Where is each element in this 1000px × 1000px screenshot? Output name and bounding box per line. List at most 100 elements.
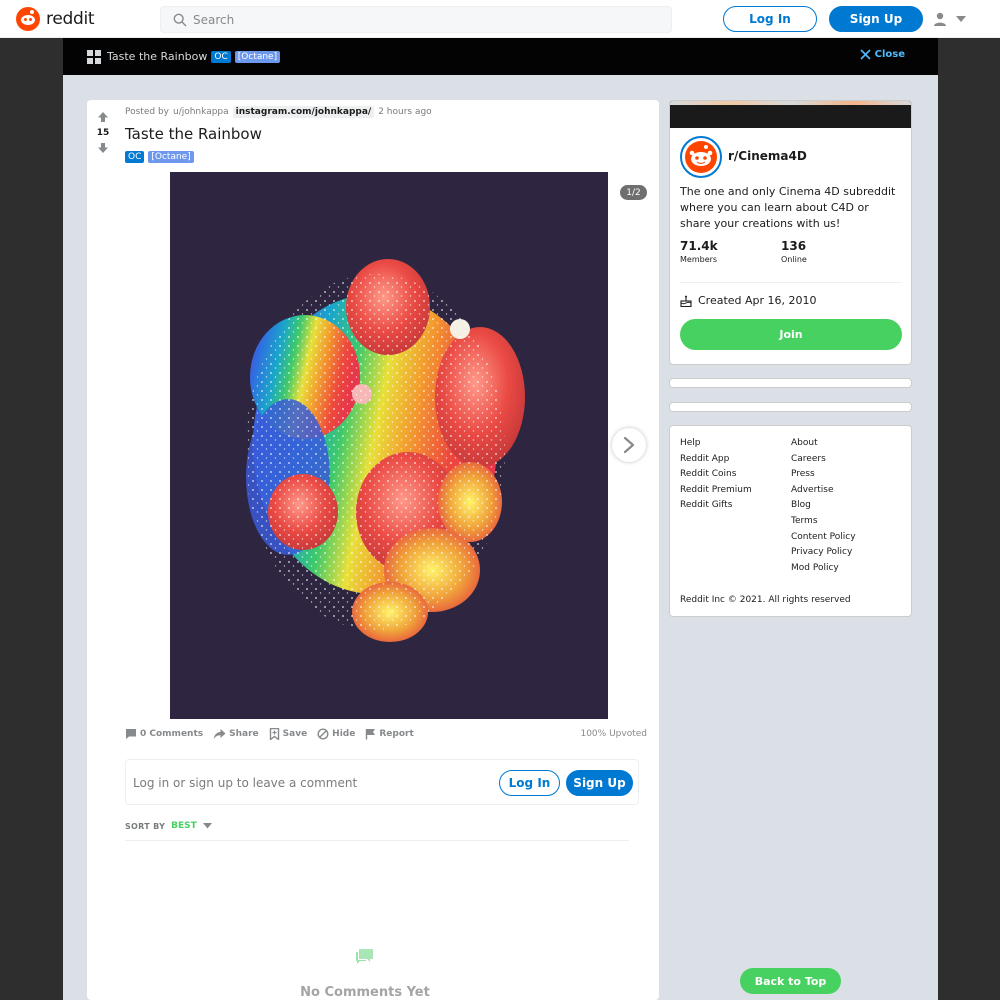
- members-label: Members: [680, 255, 718, 264]
- external-link[interactable]: instagram.com/johnkappa/: [232, 106, 375, 118]
- chevron-right-icon: [623, 436, 635, 454]
- footer-link[interactable]: Content Policy: [791, 531, 856, 544]
- hide-label: Hide: [332, 729, 356, 739]
- footer-link[interactable]: Press: [791, 468, 856, 481]
- comments-empty-icon: [356, 949, 373, 964]
- logo-text: reddit: [46, 9, 95, 29]
- comment-login-button[interactable]: Log In: [499, 770, 560, 796]
- footer-column-left: Help Reddit App Reddit Coins Reddit Prem…: [680, 437, 752, 512]
- post-action-bar: 0 Comments Share Save Hide Report: [125, 727, 414, 741]
- author-link[interactable]: u/johnkappa: [173, 107, 229, 117]
- footer-link[interactable]: Reddit App: [680, 453, 752, 466]
- vote-count: 15: [96, 128, 110, 138]
- overlay-post-title: Taste the Rainbow: [107, 50, 208, 63]
- footer-link[interactable]: Reddit Coins: [680, 468, 752, 481]
- flair-oc[interactable]: OC: [125, 151, 145, 163]
- no-comments-text: No Comments Yet: [300, 985, 430, 1000]
- upvote-arrow-icon[interactable]: [97, 111, 109, 123]
- community-banner: [670, 101, 911, 128]
- header-login-button[interactable]: Log In: [723, 6, 817, 32]
- online-count: 136: [781, 239, 807, 253]
- comments-divider: [125, 840, 629, 841]
- sidebar-widget-empty: [669, 378, 912, 388]
- community-created: Created Apr 16, 2010: [680, 294, 817, 307]
- vote-column: 15: [95, 108, 111, 158]
- caret-down-icon: [202, 823, 212, 829]
- post-timestamp[interactable]: 2 hours ago: [378, 107, 432, 117]
- top-navigation-bar: reddit Log In Sign Up: [0, 0, 1000, 38]
- hide-icon: [317, 728, 329, 740]
- upvote-ratio: 100% Upvoted: [580, 729, 647, 739]
- comment-login-prompt: Log in or sign up to leave a comment Log…: [125, 759, 639, 805]
- save-button[interactable]: Save: [269, 728, 307, 740]
- downvote-arrow-icon[interactable]: [97, 142, 109, 154]
- post-meta: Posted by u/johnkappa instagram.com/john…: [125, 106, 432, 118]
- footer-link[interactable]: Mod Policy: [791, 562, 856, 575]
- gallery-image[interactable]: [170, 172, 608, 719]
- report-label: Report: [379, 729, 414, 739]
- bookmark-icon: [269, 728, 279, 740]
- community-banner-image: [670, 101, 911, 105]
- comments-button[interactable]: 0 Comments: [125, 728, 203, 740]
- gallery-next-button[interactable]: [612, 428, 646, 462]
- comment-signup-button[interactable]: Sign Up: [566, 770, 633, 796]
- posted-by-label: Posted by: [125, 107, 169, 117]
- community-avatar[interactable]: [680, 136, 722, 178]
- post-title: Taste the Rainbow: [125, 125, 262, 143]
- footer-link[interactable]: Careers: [791, 453, 856, 466]
- footer-link[interactable]: About: [791, 437, 856, 450]
- sort-by-value: BEST: [171, 821, 197, 831]
- close-button[interactable]: Close: [860, 49, 905, 60]
- overlay-flair-oc: OC: [211, 50, 231, 63]
- comment-icon: [126, 729, 136, 739]
- sidebar-divider: [680, 282, 902, 283]
- community-description: The one and only Cinema 4D subreddit whe…: [680, 185, 896, 230]
- caret-down-icon: [956, 16, 966, 22]
- reddit-logo[interactable]: reddit: [16, 6, 95, 32]
- footer-link[interactable]: Privacy Policy: [791, 546, 856, 559]
- footer-link[interactable]: Advertise: [791, 484, 856, 497]
- footer-link[interactable]: Reddit Gifts: [680, 499, 752, 512]
- footer-link[interactable]: Blog: [791, 499, 856, 512]
- flair-octane[interactable]: [Octane]: [148, 151, 194, 163]
- user-icon: [934, 12, 946, 26]
- footer-link[interactable]: Terms: [791, 515, 856, 528]
- comment-prompt-text: Log in or sign up to leave a comment: [133, 776, 358, 790]
- online-stat: 136 Online: [781, 239, 807, 264]
- join-button[interactable]: Join: [680, 319, 902, 350]
- hide-button[interactable]: Hide: [317, 728, 355, 740]
- community-avatar-icon: [685, 141, 717, 173]
- members-count: 71.4k: [680, 239, 718, 253]
- sort-by-control[interactable]: SORT BY BEST: [125, 821, 212, 831]
- sort-by-label: SORT BY: [125, 821, 166, 831]
- search-icon: [173, 13, 187, 26]
- online-label: Online: [781, 255, 807, 264]
- footer-copyright: Reddit Inc © 2021. All rights reserved: [680, 595, 851, 605]
- user-menu-dropdown[interactable]: [932, 10, 972, 28]
- share-button[interactable]: Share: [213, 728, 259, 740]
- footer-link[interactable]: Help: [680, 437, 752, 450]
- created-date: Created Apr 16, 2010: [698, 294, 817, 307]
- post-overlay-bar: Taste the Rainbow OC [Octane] Close: [63, 38, 938, 75]
- footer-link[interactable]: Reddit Premium: [680, 484, 752, 497]
- gallery-counter: 1/2: [620, 185, 647, 200]
- community-name[interactable]: r/Cinema4D: [728, 149, 807, 163]
- share-icon: [213, 729, 226, 739]
- overlay-flair-octane: [Octane]: [234, 50, 281, 63]
- comments-label: 0 Comments: [140, 729, 204, 739]
- report-button[interactable]: Report: [365, 728, 414, 740]
- close-icon: [860, 49, 871, 60]
- reddit-logo-icon: [16, 7, 40, 31]
- footer-links-card: Help Reddit App Reddit Coins Reddit Prem…: [669, 425, 912, 617]
- community-info-card: r/Cinema4D The one and only Cinema 4D su…: [669, 100, 912, 365]
- header-signup-button[interactable]: Sign Up: [829, 6, 923, 32]
- search-input[interactable]: [193, 12, 653, 27]
- post-flairs: OC [Octane]: [125, 151, 194, 163]
- members-stat: 71.4k Members: [680, 239, 718, 264]
- rainbow-blob-image: [245, 259, 525, 642]
- search-bar[interactable]: [160, 6, 672, 33]
- gallery-post-icon: [87, 49, 101, 64]
- cake-icon: [680, 295, 692, 307]
- back-to-top-button[interactable]: Back to Top: [740, 968, 841, 994]
- close-label: Close: [874, 49, 905, 60]
